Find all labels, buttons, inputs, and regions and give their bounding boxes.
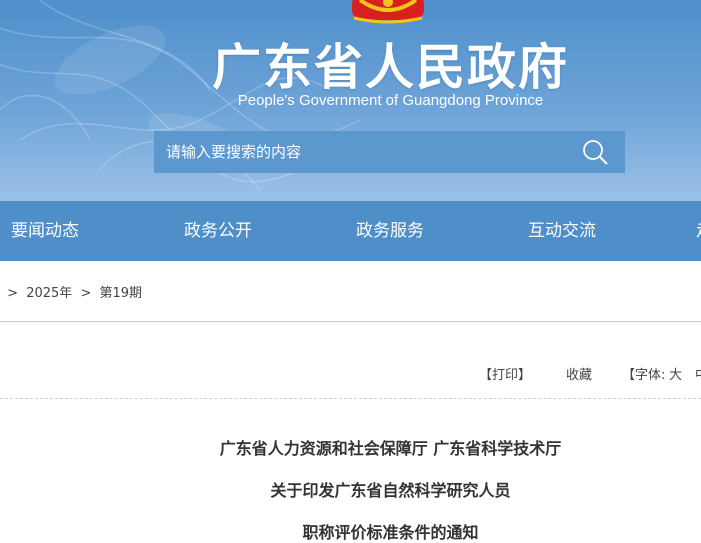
favorite-button[interactable]: 收藏 [566,364,592,383]
nav-item-interaction[interactable]: 互动交流 [528,201,596,261]
nav-item-gov-affairs-public[interactable]: 政务公开 [184,201,252,261]
national-emblem-icon [352,0,424,24]
site-subtitle: People's Government of Guangdong Provinc… [237,92,544,109]
search-input[interactable] [154,131,574,173]
dashed-divider [0,398,701,399]
document-title-line-2: 职称评价标准条件的通知 [302,523,479,542]
divider [0,321,701,322]
font-size-medium-button[interactable]: 中 [695,364,701,383]
breadcrumb-item-year[interactable]: 2025年 [26,286,72,301]
print-button[interactable]: 【打印】 [479,364,531,383]
breadcrumb: 报 > 2025年 > 第19期 [0,282,146,301]
nav-item-news[interactable]: 要闻动态 [11,201,79,261]
search-bar [154,131,625,173]
site-header: 广东省人民政府 People's Government of Guangdong… [0,0,701,201]
breadcrumb-separator: > [7,286,19,301]
search-icon[interactable] [581,138,611,166]
document-title-line-1: 关于印发广东省自然科学研究人员 [270,481,511,500]
breadcrumb-separator: > [80,286,92,301]
nav-item-more[interactable]: 走 [696,201,701,261]
breadcrumb-item-issue[interactable]: 第19期 [99,286,142,301]
document-issuer: 广东省人力资源和社会保障厅 广东省科学技术厅 [219,439,562,458]
main-nav: 要闻动态 政务公开 政务服务 互动交流 走 [0,201,701,261]
font-size-label: 【字体: [622,368,666,383]
site-title: 广东省人民政府 [211,39,569,96]
nav-item-gov-services[interactable]: 政务服务 [356,201,424,261]
font-size-large-button[interactable]: 大 [669,364,682,383]
